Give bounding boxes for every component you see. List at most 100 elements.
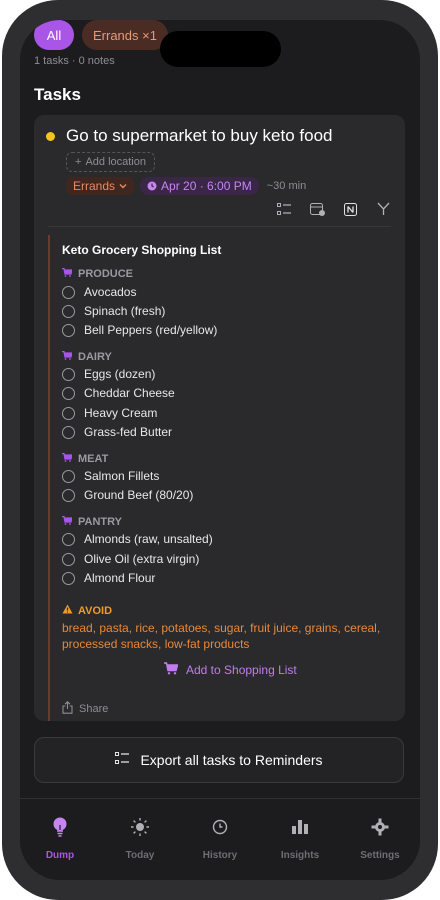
checkbox-circle[interactable]: [62, 425, 75, 439]
group-name: PRODUCE: [78, 268, 134, 280]
checklist-icon[interactable]: [276, 201, 292, 217]
group-heading-dairy: DAIRY: [62, 350, 112, 363]
group-heading-meat: MEAT: [62, 452, 109, 465]
item-label: Spinach (fresh): [84, 304, 166, 318]
chevron-down-icon: [119, 184, 127, 189]
item-label: Salmon Fillets: [84, 469, 160, 483]
filter-all-chip[interactable]: All: [34, 20, 74, 50]
cart-icon: [62, 515, 73, 528]
group-name: MEAT: [78, 453, 109, 465]
add-to-shopping-list-label: Add to Shopping List: [186, 663, 297, 677]
app-screen: All Errands ×1 1 tasks · 0 notes Tasks G…: [20, 20, 420, 880]
tab-history[interactable]: History: [180, 817, 260, 861]
checkbox-circle[interactable]: [62, 304, 75, 318]
item-label: Ground Beef (80/20): [84, 488, 194, 502]
list-item[interactable]: Almonds (raw, unsalted): [62, 532, 213, 546]
section-title: Tasks: [34, 85, 81, 104]
task-toolbar: [276, 201, 391, 217]
checkbox-circle[interactable]: [62, 386, 75, 400]
cart-icon: [62, 452, 73, 465]
tab-settings[interactable]: Settings: [340, 817, 420, 861]
tab-dump[interactable]: Dump: [20, 817, 100, 861]
tab-today[interactable]: Today: [100, 817, 180, 861]
tab-bar: Dump Today History Insights Settings: [20, 798, 420, 880]
tab-label: Settings: [360, 850, 400, 861]
list-item[interactable]: Heavy Cream: [62, 406, 157, 420]
export-to-reminders-button[interactable]: Export all tasks to Reminders: [34, 737, 404, 783]
checkbox-circle[interactable]: [62, 367, 75, 381]
checkbox-circle[interactable]: [62, 323, 75, 337]
list-item[interactable]: Cheddar Cheese: [62, 386, 175, 400]
clock-icon: [210, 817, 230, 837]
list-item[interactable]: Eggs (dozen): [62, 367, 155, 381]
sun-icon: [130, 817, 150, 837]
list-item[interactable]: Salmon Fillets: [62, 469, 159, 483]
tab-label: Dump: [45, 850, 75, 861]
dynamic-island: [160, 31, 281, 67]
task-notes: Keto Grocery Shopping List PRODUCE Avoca…: [48, 235, 395, 721]
list-item[interactable]: Grass-fed Butter: [62, 425, 172, 439]
checkbox-circle[interactable]: [62, 406, 75, 420]
bar-chart-icon: [290, 817, 310, 837]
due-date-label: Apr 20 · 6:00 PM: [161, 179, 252, 193]
lightbulb-icon: [50, 817, 70, 837]
phone-background: All Errands ×1 1 tasks · 0 notes Tasks G…: [0, 0, 440, 900]
group-name: PANTRY: [78, 516, 122, 528]
item-label: Cheddar Cheese: [84, 386, 175, 400]
list-item[interactable]: Olive Oil (extra virgin): [62, 552, 199, 566]
export-label: Export all tasks to Reminders: [140, 752, 323, 768]
item-label: Almond Flour: [84, 571, 156, 585]
status-dot: [46, 132, 55, 141]
item-label: Heavy Cream: [84, 406, 158, 420]
item-label: Almonds (raw, unsalted): [84, 532, 213, 546]
summary-counts: 1 tasks · 0 notes: [34, 55, 115, 67]
add-to-shopping-list-button[interactable]: Add to Shopping List: [164, 662, 297, 678]
category-label: Errands: [73, 179, 116, 193]
item-label: Olive Oil (extra virgin): [84, 552, 200, 566]
plus-icon: +: [75, 156, 82, 168]
checkbox-circle[interactable]: [62, 488, 75, 502]
add-location-button[interactable]: + Add location: [66, 152, 155, 172]
share-button[interactable]: Share: [62, 701, 108, 717]
checklist-icon: [115, 752, 130, 768]
task-title[interactable]: Go to supermarket to buy keto food: [66, 126, 332, 146]
checkbox-circle[interactable]: [62, 469, 75, 483]
list-item[interactable]: Almond Flour: [62, 571, 155, 585]
list-item[interactable]: Bell Peppers (red/yellow): [62, 323, 217, 337]
card-divider: [48, 226, 391, 227]
calendar-add-icon[interactable]: [309, 201, 325, 217]
checkbox-circle[interactable]: [62, 552, 75, 566]
branch-icon[interactable]: [375, 201, 391, 217]
list-item[interactable]: Ground Beef (80/20): [62, 488, 193, 502]
filter-errands-chip[interactable]: Errands ×1: [82, 20, 168, 50]
checkbox-circle[interactable]: [62, 285, 75, 299]
tab-label: History: [202, 850, 238, 861]
avoid-heading: AVOID: [62, 604, 112, 617]
group-heading-pantry: PANTRY: [62, 515, 122, 528]
list-item[interactable]: Avocados: [62, 285, 136, 299]
avoid-heading-label: AVOID: [78, 604, 113, 617]
add-location-label: Add location: [85, 156, 146, 168]
filter-bar: All Errands ×1: [34, 20, 168, 50]
list-item[interactable]: Spinach (fresh): [62, 304, 165, 318]
notion-icon[interactable]: [342, 201, 358, 217]
checkbox-circle[interactable]: [62, 532, 75, 546]
tab-label: Today: [125, 850, 155, 861]
task-card: Go to supermarket to buy keto food + Add…: [34, 115, 405, 721]
gear-icon: [370, 817, 390, 837]
item-label: Avocados: [84, 285, 137, 299]
item-label: Grass-fed Butter: [84, 425, 173, 439]
category-tag[interactable]: Errands: [66, 177, 135, 195]
cart-icon: [62, 267, 73, 280]
duration-label: ~30 min: [266, 180, 307, 192]
due-date-tag[interactable]: Apr 20 · 6:00 PM: [140, 177, 259, 195]
cart-icon: [164, 662, 179, 678]
tab-insights[interactable]: Insights: [260, 817, 340, 861]
cart-icon: [62, 350, 73, 363]
notes-title: Keto Grocery Shopping List: [62, 243, 222, 257]
item-label: Eggs (dozen): [84, 367, 156, 381]
share-label: Share: [79, 703, 109, 715]
checkbox-circle[interactable]: [62, 571, 75, 585]
avoid-list: bread, pasta, rice, potatoes, sugar, fru…: [62, 621, 381, 651]
group-heading-produce: PRODUCE: [62, 267, 134, 280]
